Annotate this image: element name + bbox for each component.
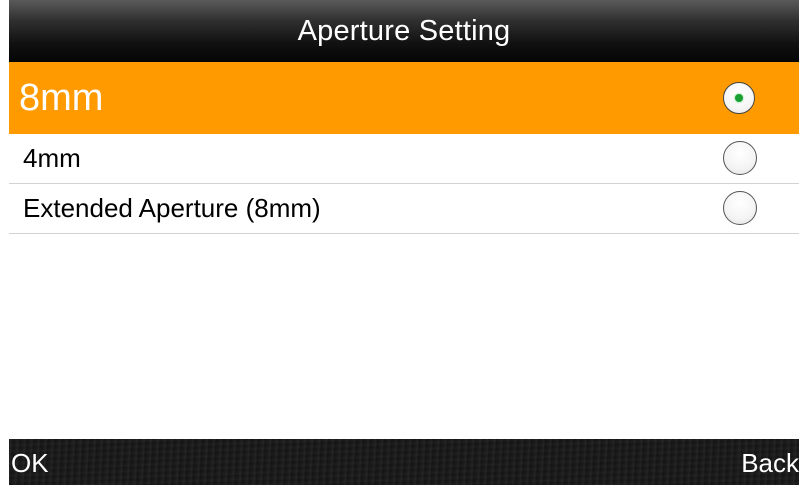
radio-unselected-icon[interactable] (723, 140, 757, 175)
page-title: Aperture Setting (297, 14, 511, 47)
option-8mm[interactable]: 8mm (9, 62, 799, 134)
ok-softkey[interactable]: OK (11, 448, 49, 479)
softkey-bar: OK Back (9, 439, 799, 485)
back-softkey[interactable]: Back (741, 448, 799, 479)
radio-selected-icon[interactable] (723, 82, 755, 114)
option-label: Extended Aperture (8mm) (23, 193, 321, 223)
option-label: 8mm (19, 76, 104, 119)
option-extended-aperture[interactable]: Extended Aperture (8mm) (9, 184, 799, 234)
radio-unselected-icon[interactable] (723, 190, 757, 225)
option-4mm[interactable]: 4mm (9, 134, 799, 184)
title-bar: Aperture Setting (9, 0, 799, 62)
option-label: 4mm (23, 143, 81, 173)
radio-dot (735, 94, 743, 102)
option-list: 8mm 4mm Extended Aperture (8mm) (9, 62, 799, 234)
aperture-setting-screen: Aperture Setting 8mm 4mm Extended Apertu… (0, 0, 799, 485)
